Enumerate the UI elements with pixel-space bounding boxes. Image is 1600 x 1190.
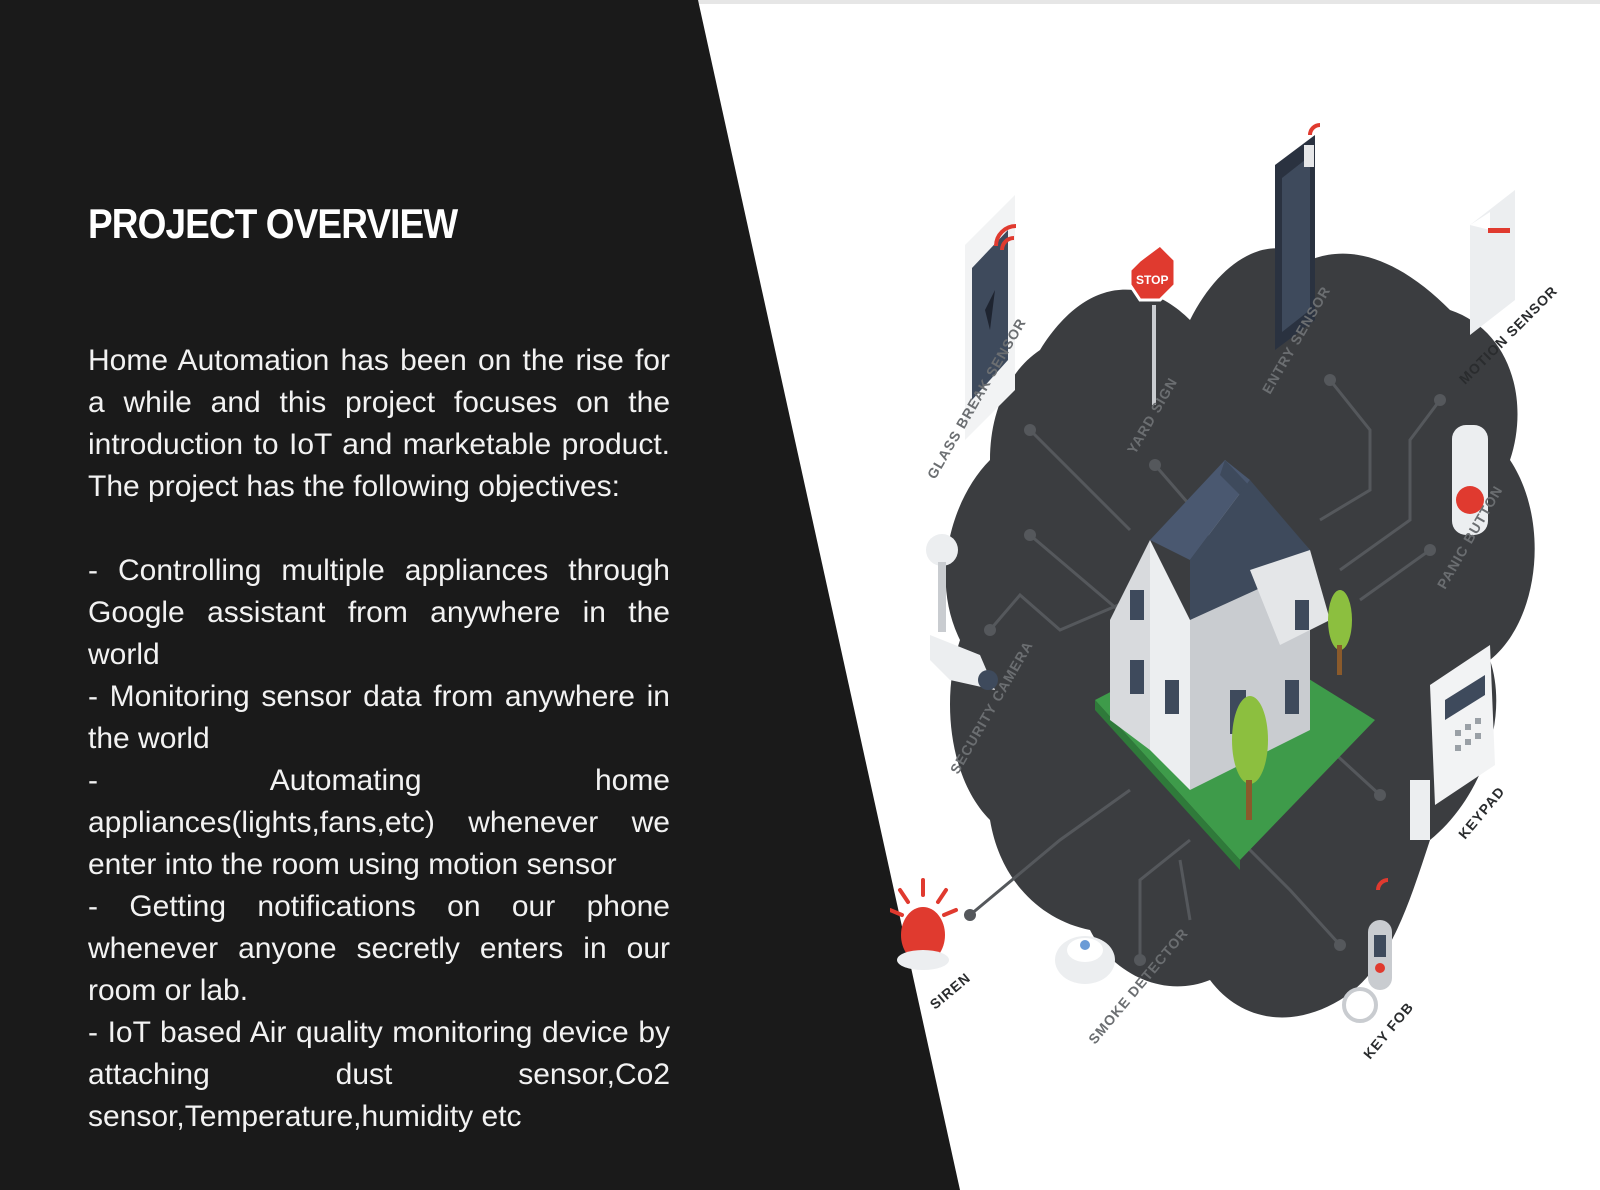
overview-body: Home Automation has been on the rise for… bbox=[88, 340, 670, 1138]
label-key-fob: KEY FOB bbox=[1360, 999, 1417, 1062]
objective-item: - Getting notifications on our phone whe… bbox=[88, 890, 670, 1007]
smoke-detector-icon bbox=[1055, 936, 1115, 984]
project-overview-section: PROJECT OVERVIEW Home Automation has bee… bbox=[88, 200, 670, 1138]
objective-item: - Monitoring sensor data from anywhere i… bbox=[88, 680, 670, 755]
objective-item: - IoT based Air quality monitoring devic… bbox=[88, 1016, 670, 1133]
motion-sensor-icon bbox=[1470, 190, 1515, 335]
page-title: PROJECT OVERVIEW bbox=[88, 200, 458, 247]
objective-item: - Automating home appliances(lights,fans… bbox=[88, 764, 670, 881]
illustration-svg: STOP GLASS BREAK SENSOR YARD SIGN ENTRY … bbox=[890, 123, 1560, 1062]
label-siren: SIREN bbox=[927, 969, 974, 1012]
stop-sign-text: STOP bbox=[1136, 273, 1168, 287]
siren-icon bbox=[890, 878, 958, 970]
intro-paragraph: Home Automation has been on the rise for… bbox=[88, 344, 670, 503]
objective-item: - Controlling multiple appliances throug… bbox=[88, 554, 670, 671]
smart-home-illustration: STOP GLASS BREAK SENSOR YARD SIGN ENTRY … bbox=[890, 100, 1600, 1100]
